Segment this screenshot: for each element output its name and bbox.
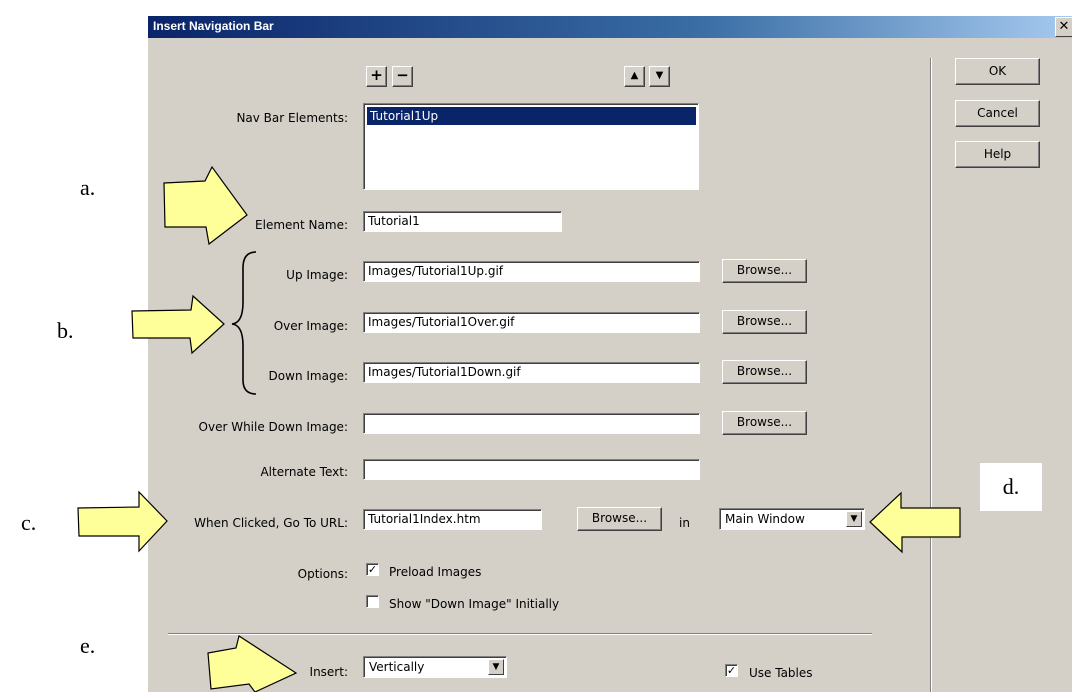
arrow-b-icon (131, 294, 225, 355)
arrow-c-icon (77, 490, 168, 553)
arrow-d-icon (869, 491, 961, 554)
brace-icon (231, 251, 257, 395)
arrow-e-icon (207, 635, 298, 692)
arrow-a-icon (163, 165, 248, 246)
annotation-overlay (77, 165, 961, 692)
